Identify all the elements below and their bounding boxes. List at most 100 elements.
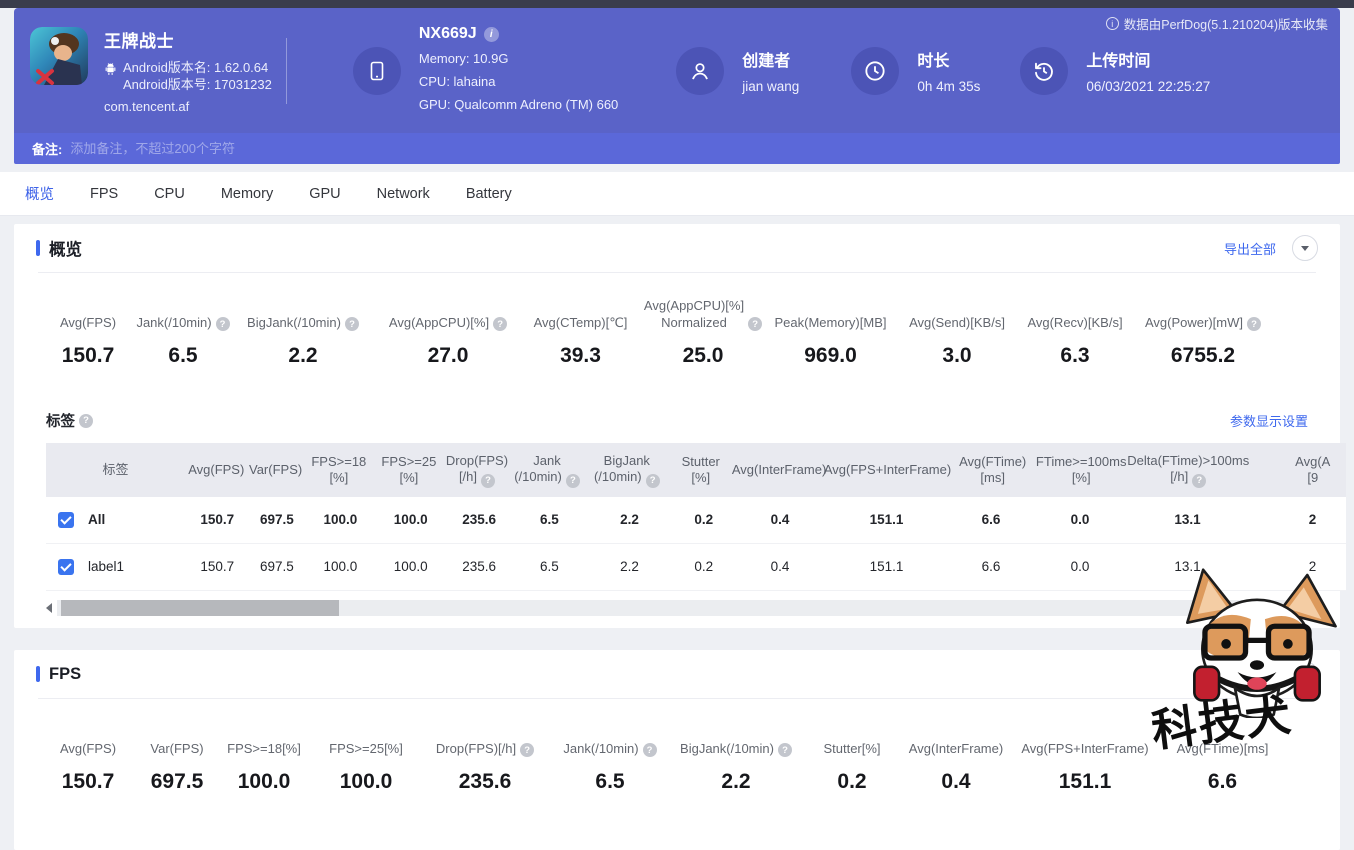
table-cell: 100.0 <box>393 559 428 574</box>
metric-label: Avg(Recv)[KB/s] <box>1027 315 1123 330</box>
info-icon[interactable] <box>1105 17 1119 30</box>
metric-label: Jank(/10min) <box>550 723 670 757</box>
column-header: Drop(FPS) [/h] <box>444 447 510 494</box>
metric-Avg(FPS): Avg(FPS) 150.7 <box>38 723 138 794</box>
section-accent-bar <box>36 666 40 682</box>
tab-Network[interactable]: Network <box>377 186 430 202</box>
device-memory: Memory: 10.9G <box>418 51 509 66</box>
tab-Battery[interactable]: Battery <box>466 186 512 202</box>
table-cell: 6.5 <box>540 512 559 527</box>
app-name: 王牌战士 <box>104 32 174 51</box>
metric-label: Avg(InterFrame) <box>908 741 1004 756</box>
metric-label: BigJank(/10min) <box>228 297 378 331</box>
app-meta: 王牌战士 Android版本名: 1.62.0.64 Android版本号: 1… <box>104 27 272 114</box>
device-info-icon[interactable] <box>483 26 499 42</box>
labels-table: 标签 Avg(FPS) Var(FPS) FPS>=18 [%] FPS>=25 [%] Dr… <box>46 443 1346 591</box>
metric-value: 150.7 <box>61 770 115 793</box>
help-icon[interactable] <box>520 743 535 757</box>
labels-title: 标签 <box>46 414 75 430</box>
table-cell: 100.0 <box>323 512 358 527</box>
metric-value: 2.2 <box>721 770 751 793</box>
table-cell: 0.2 <box>694 512 714 527</box>
metric-Jank(/10min): Jank(/10min) 6.5 <box>550 723 670 794</box>
metric-value: 6.5 <box>168 344 198 367</box>
app-icon <box>30 27 88 85</box>
scroll-right-arrow-icon[interactable] <box>1302 602 1308 613</box>
metric-value: 39.3 <box>560 344 601 367</box>
metric-label: Avg(Send)[KB/s] <box>909 315 1005 330</box>
table-cell: 2 <box>1308 559 1317 574</box>
help-icon[interactable] <box>481 473 496 488</box>
checkbox-label1[interactable] <box>58 559 74 575</box>
checkbox-All[interactable] <box>58 512 74 528</box>
chevron-down-icon <box>1301 245 1309 251</box>
metric-Var(FPS): Var(FPS) 697.5 <box>138 723 216 794</box>
help-icon[interactable] <box>777 743 792 757</box>
metric-Avg(Power)[mW]: Avg(Power)[mW] 6755.2 <box>1134 297 1272 368</box>
tab-CPU[interactable]: CPU <box>154 186 185 202</box>
help-icon[interactable] <box>748 317 763 331</box>
device-cpu: CPU: lahaina <box>418 74 496 89</box>
help-icon[interactable] <box>493 317 508 331</box>
creator-label: 创建者 <box>742 53 791 70</box>
table-cell: 150.7 <box>200 512 235 527</box>
device-gpu: GPU: Qualcomm Adreno (TM) 660 <box>418 97 619 112</box>
note-input[interactable] <box>70 141 671 156</box>
metric-Avg(CTemp)[℃]: Avg(CTemp)[℃] 39.3 <box>518 297 643 368</box>
overview-card: 概览 导出全部 Avg(FPS) 150.7 Jank(/10min) 6.5 BigJ… <box>14 224 1346 628</box>
metric-Avg(FPS): Avg(FPS) 150.7 <box>38 297 138 368</box>
metric-Stutter[%]: Stutter[%] 0.2 <box>802 723 902 794</box>
metric-FPS>=25[%]: FPS>=25[%] 100.0 <box>312 723 420 794</box>
export-all-link[interactable]: 导出全部 <box>1224 239 1276 258</box>
upload-value: 06/03/2021 22:25:27 <box>1086 79 1211 94</box>
scrollbar-thumb[interactable] <box>61 599 339 616</box>
help-icon[interactable] <box>1192 473 1207 488</box>
fps-collapse-button[interactable] <box>1292 661 1318 687</box>
metric-value: 27.0 <box>427 344 469 367</box>
param-display-settings-link[interactable]: 参数显示设置 <box>1230 411 1308 430</box>
metric-value: 0.2 <box>837 770 867 793</box>
help-icon[interactable] <box>642 743 657 757</box>
upload-label: 上传时间 <box>1086 53 1151 70</box>
help-icon[interactable] <box>79 413 93 428</box>
scrollbar-track[interactable] <box>57 599 1297 616</box>
chevron-down-icon <box>1301 671 1309 677</box>
table-cell: 13.1 <box>1174 512 1201 527</box>
table-cell: 0.2 <box>694 559 714 574</box>
collect-note-text: 数据由PerfDog(5.1.210204)版本收集 <box>1123 18 1328 32</box>
tab-GPU[interactable]: GPU <box>309 186 340 202</box>
table-cell: 697.5 <box>259 512 294 527</box>
tab-Memory[interactable]: Memory <box>221 186 273 202</box>
help-icon[interactable] <box>344 317 359 331</box>
creator-info: 创建者 jian wang <box>676 46 799 95</box>
overview-collapse-button[interactable] <box>1292 235 1318 261</box>
table-header-row: 标签 Avg(FPS) Var(FPS) FPS>=18 [%] FPS>=25 [%] Dr… <box>46 443 1346 497</box>
duration-info: 时长 0h 4m 35s <box>851 46 980 95</box>
metric-value: 151.1 <box>1058 770 1112 793</box>
metric-value: 25.0 <box>682 344 724 367</box>
column-header: Avg(A [9 <box>1295 454 1331 485</box>
table-cell: 697.5 <box>259 559 294 574</box>
column-header: FPS>=18 [%] <box>311 454 367 485</box>
help-icon[interactable] <box>1247 317 1261 331</box>
metric-label: Avg(Power)[mW] <box>1134 297 1272 331</box>
table-cell: 2.2 <box>620 559 639 574</box>
metric-Avg(AppCPU)[%]: Avg(AppCPU)[%] 27.0 <box>378 297 518 368</box>
metric-Avg(InterFrame): Avg(InterFrame) 0.4 <box>902 723 1010 794</box>
row-name: All <box>88 512 106 527</box>
metric-BigJank(/10min): BigJank(/10min) 2.2 <box>670 723 802 794</box>
scroll-left-arrow-icon[interactable] <box>46 602 52 613</box>
row-label-cell: All <box>46 506 186 534</box>
tab-FPS[interactable]: FPS <box>90 186 118 202</box>
tab-概览[interactable]: 概览 <box>25 183 54 204</box>
metric-label: Drop(FPS)[/h] <box>420 723 550 757</box>
table-cell: 235.6 <box>462 512 496 527</box>
table-cell: 2.2 <box>620 512 639 527</box>
metric-Drop(FPS)[/h]: Drop(FPS)[/h] 235.6 <box>420 723 550 794</box>
report-header: 数据由PerfDog(5.1.210204)版本收集 王牌战士 <box>14 8 1340 133</box>
help-icon[interactable] <box>645 473 660 488</box>
metric-value: 235.6 <box>458 770 512 793</box>
metric-value: 100.0 <box>237 770 291 793</box>
help-icon[interactable] <box>565 473 580 488</box>
table-cell: 6.6 <box>981 512 1001 527</box>
